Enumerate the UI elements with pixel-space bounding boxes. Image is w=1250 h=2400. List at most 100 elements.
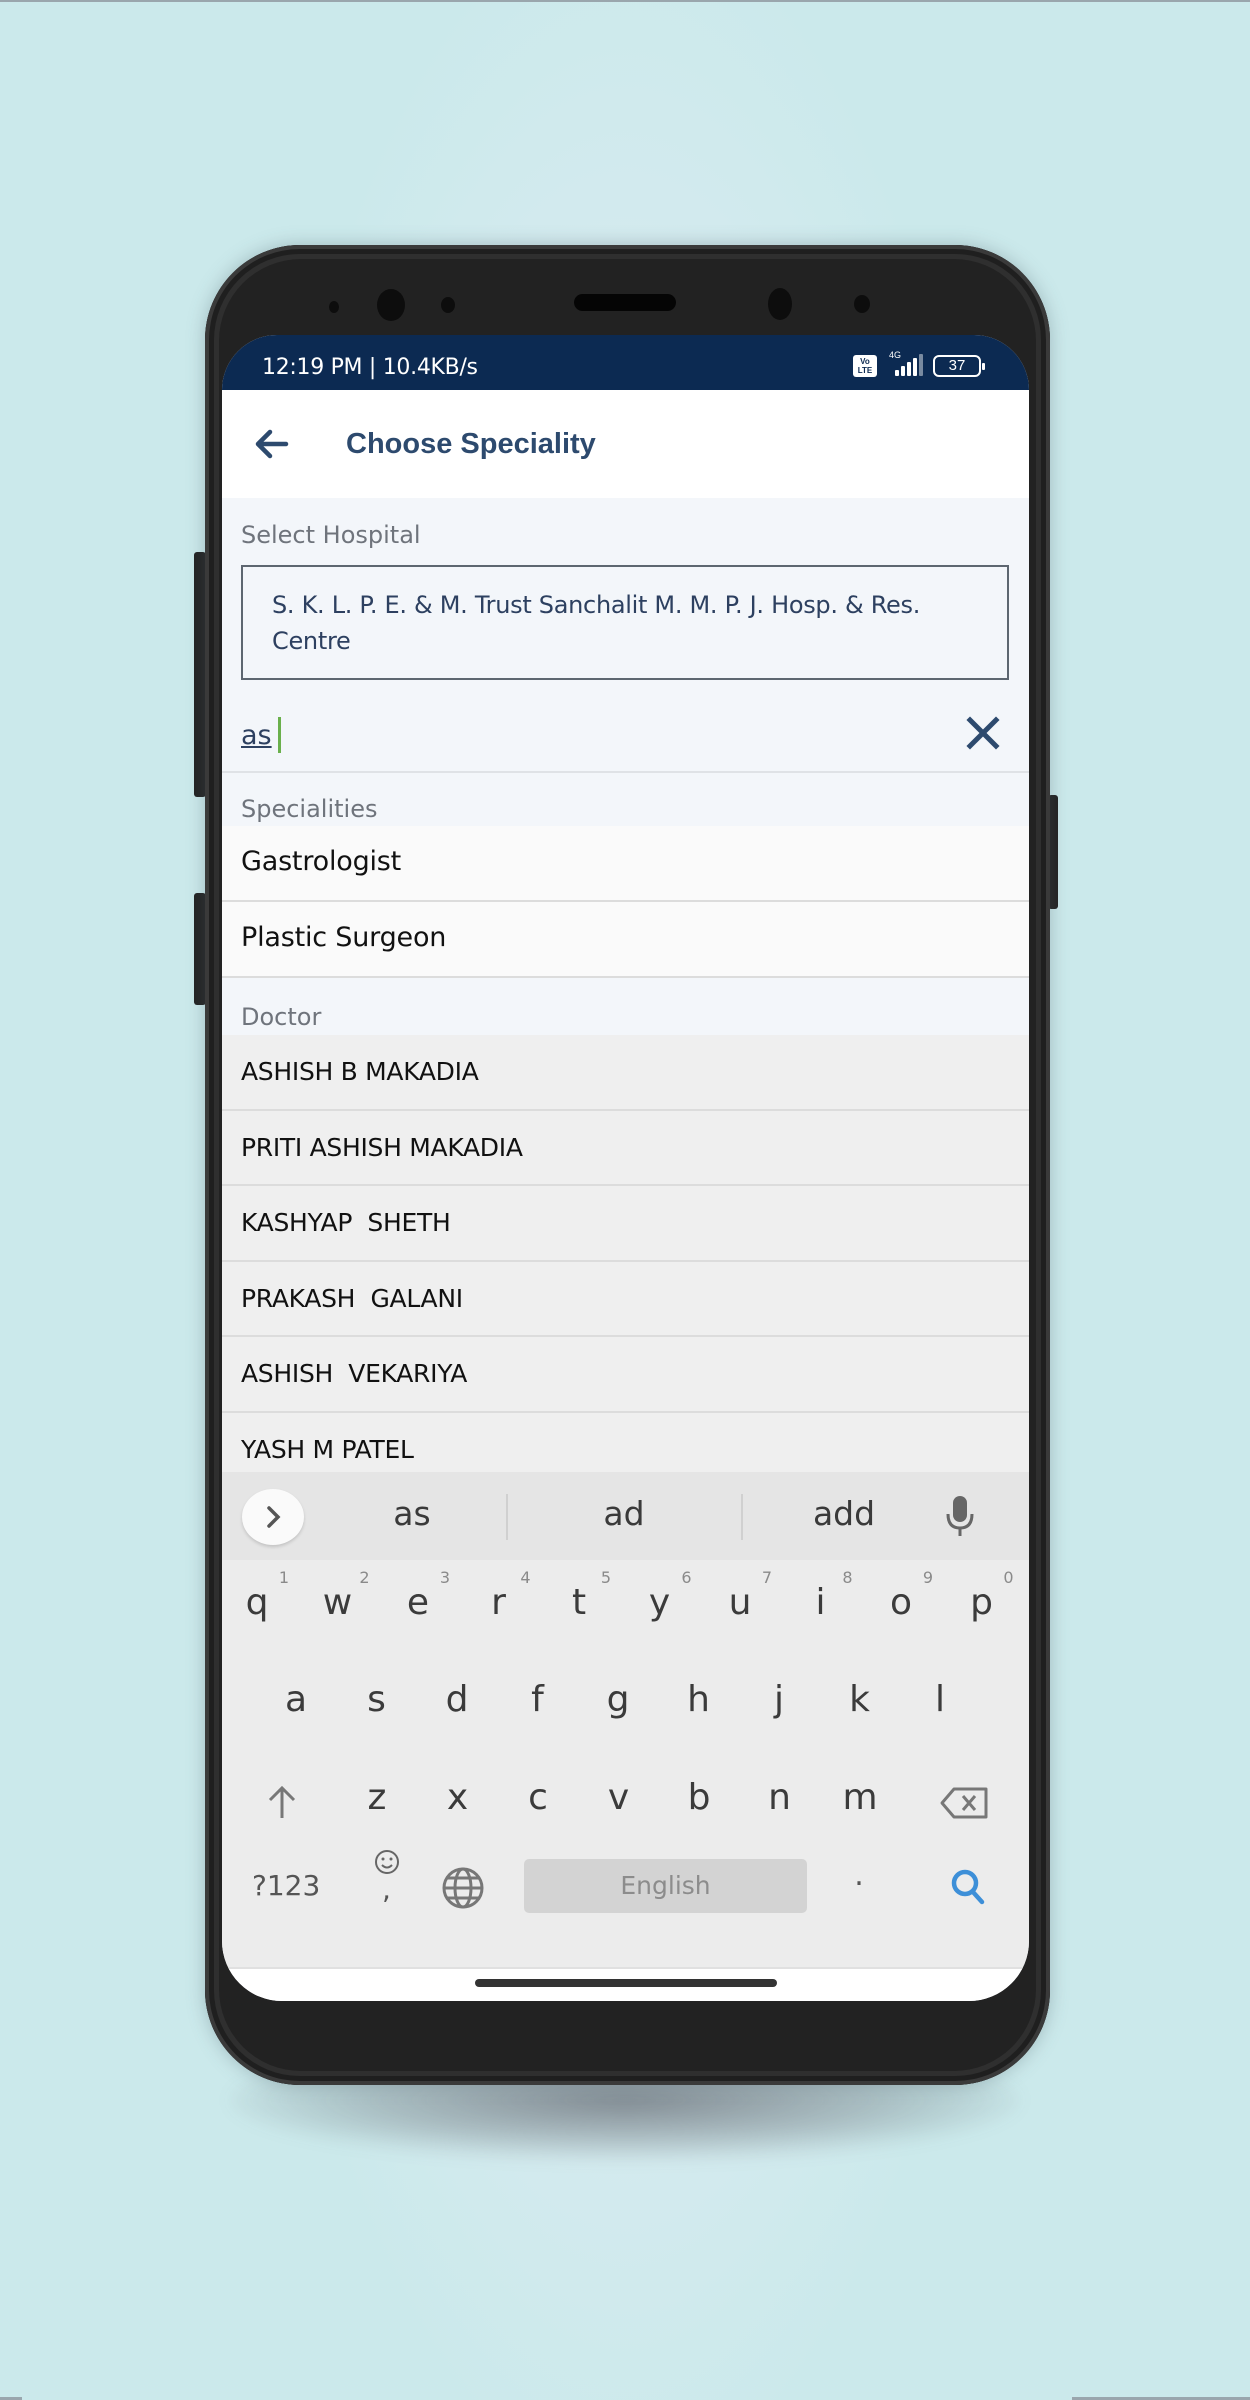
key-number-hint: 8: [842, 1568, 853, 1587]
signal-bar: [907, 362, 911, 376]
status-bar: 12:19 PM | 10.4KB/s Vo LTE 4G 37: [222, 335, 1029, 390]
key-number-hint: 3: [439, 1568, 450, 1587]
speciality-item[interactable]: Plastic Surgeon: [222, 902, 1029, 978]
key-t[interactable]: t5: [549, 1568, 611, 1623]
specialities-label: Specialities: [241, 795, 378, 823]
key-number-hint: 7: [761, 1568, 772, 1587]
key-label: n: [768, 1777, 791, 1818]
expand-suggestions-button[interactable]: [242, 1489, 304, 1545]
key-g[interactable]: g: [588, 1679, 648, 1720]
key-number-hint: 0: [1003, 1568, 1014, 1587]
doctor-name: ASHISH VEKARIYA: [241, 1359, 468, 1388]
camera-icon: [377, 289, 405, 321]
shift-arrow-icon: [268, 1785, 296, 1818]
speciality-item[interactable]: Gastrologist: [222, 826, 1029, 902]
microphone-button[interactable]: [942, 1492, 978, 1540]
signal-bar: [913, 358, 917, 376]
signal-bar: [895, 370, 899, 376]
comma-label: ,: [382, 1873, 391, 1906]
key-label: h: [687, 1679, 710, 1720]
speciality-name: Plastic Surgeon: [241, 922, 447, 953]
suggestion[interactable]: as: [337, 1494, 487, 1533]
navigation-bar: [222, 1967, 1029, 2001]
key-m[interactable]: m: [830, 1777, 890, 1818]
doctor-name: YASH M PATEL: [241, 1434, 414, 1464]
key-n[interactable]: n: [750, 1777, 810, 1818]
key-label: j: [773, 1679, 784, 1720]
key-p[interactable]: p0: [952, 1568, 1013, 1623]
clear-search-button[interactable]: [965, 715, 1001, 751]
doctor-item[interactable]: KASHYAP SHETH: [222, 1186, 1029, 1262]
period-key[interactable]: .: [844, 1858, 874, 1893]
home-gesture-handle[interactable]: [475, 1979, 777, 1987]
key-label: g: [606, 1679, 630, 1720]
volte-icon: Vo LTE: [853, 355, 877, 377]
signal-icon: 4G: [885, 350, 925, 378]
key-d[interactable]: d: [427, 1679, 487, 1720]
back-button[interactable]: [252, 426, 292, 462]
emoji-comma-key[interactable]: ,: [372, 1849, 402, 1909]
key-number-hint: 2: [359, 1568, 370, 1587]
key-label: y: [648, 1582, 671, 1623]
microphone-icon: [946, 1496, 974, 1536]
shift-key[interactable]: [262, 1782, 302, 1822]
suggestion-divider: [741, 1494, 743, 1540]
doctor-label: Doctor: [241, 1003, 322, 1031]
globe-icon: [442, 1867, 484, 1909]
key-e[interactable]: e3: [388, 1568, 450, 1623]
search-key[interactable]: [950, 1867, 986, 1907]
symbols-key[interactable]: ?123: [252, 1869, 320, 1902]
doctor-item[interactable]: ASHISH B MAKADIA: [222, 1035, 1029, 1111]
key-z[interactable]: z: [347, 1777, 407, 1818]
key-number-hint: 6: [681, 1568, 692, 1587]
key-label: a: [284, 1679, 308, 1720]
key-h[interactable]: h: [669, 1679, 729, 1720]
status-time: 12:19 PM | 10.4KB/s: [262, 355, 478, 380]
key-o[interactable]: o9: [871, 1568, 933, 1623]
key-k[interactable]: k: [830, 1679, 890, 1720]
key-u[interactable]: u7: [710, 1568, 772, 1623]
doctor-item[interactable]: PRITI ASHISH MAKADIA: [222, 1110, 1029, 1186]
key-x[interactable]: x: [428, 1777, 488, 1818]
space-key[interactable]: English: [524, 1859, 807, 1913]
key-label: u: [728, 1582, 752, 1623]
camera-icon: [768, 288, 792, 320]
key-label: w: [322, 1582, 353, 1623]
language-key[interactable]: [440, 1865, 486, 1911]
key-r[interactable]: r4: [469, 1568, 530, 1623]
sensor-icon: [854, 295, 870, 313]
key-v[interactable]: v: [589, 1777, 649, 1818]
key-j[interactable]: j: [749, 1679, 809, 1720]
doctor-item[interactable]: ASHISH VEKARIYA: [222, 1337, 1029, 1413]
key-i[interactable]: i8: [791, 1568, 852, 1623]
doctor-name: PRAKASH GALANI: [241, 1283, 463, 1313]
key-label: k: [849, 1679, 870, 1720]
suggestion[interactable]: add: [769, 1494, 919, 1533]
status-icons: Vo LTE 4G 37: [853, 350, 985, 378]
key-w[interactable]: w2: [308, 1568, 370, 1623]
key-y[interactable]: y6: [630, 1568, 692, 1623]
key-b[interactable]: b: [669, 1777, 729, 1818]
doctor-name: PRITI ASHISH MAKADIA: [241, 1132, 523, 1162]
key-label: i: [815, 1582, 826, 1623]
key-s[interactable]: s: [347, 1679, 407, 1720]
key-l[interactable]: l: [910, 1679, 970, 1720]
suggestion[interactable]: ad: [549, 1494, 699, 1533]
hospital-select[interactable]: S. K. L. P. E. & M. Trust Sanchalit M. M…: [241, 565, 1009, 680]
backspace-key[interactable]: [938, 1785, 990, 1821]
key-a[interactable]: a: [266, 1679, 326, 1720]
key-label: p: [970, 1582, 993, 1623]
key-c[interactable]: c: [508, 1777, 568, 1818]
search-row: [222, 695, 1029, 773]
key-f[interactable]: f: [508, 1679, 568, 1720]
sensor-icon: [329, 301, 339, 313]
search-icon: [951, 1869, 985, 1905]
signal-bar: [901, 366, 905, 376]
key-label: c: [528, 1777, 548, 1818]
backspace-icon: [940, 1787, 988, 1819]
search-input[interactable]: [241, 715, 901, 755]
arrow-left-icon: [255, 429, 289, 459]
key-q[interactable]: q1: [227, 1568, 289, 1623]
top-border: [0, 0, 1250, 2]
doctor-item[interactable]: PRAKASH GALANI: [222, 1261, 1029, 1337]
